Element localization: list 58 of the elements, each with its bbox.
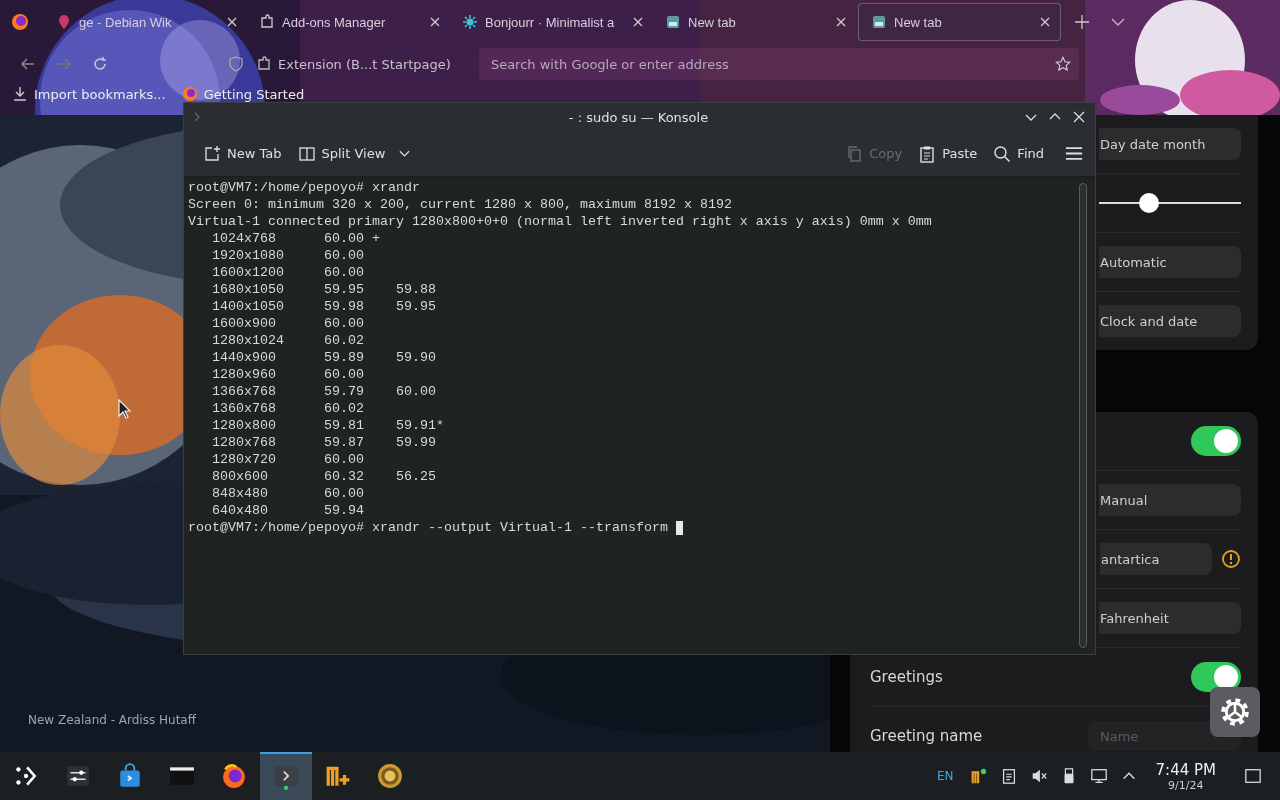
split-view-icon	[297, 144, 316, 163]
terminal-line: 1440x900 59.89 59.90	[211, 349, 437, 366]
lion-coin-icon	[377, 763, 403, 789]
terminal-line: 1360x768 60.02	[211, 400, 365, 417]
terminal-line: 848x480 60.00	[211, 485, 365, 502]
new-tab-icon	[203, 144, 221, 163]
terminal-line: 1280x800 59.81 59.91*	[211, 417, 445, 434]
terminal-line: 1680x1050 59.95 59.88	[211, 281, 437, 298]
toolbar-button[interactable]: Split View	[292, 140, 416, 167]
terminal-line: 800x600 60.32 56.25	[211, 468, 437, 485]
terminal-icon	[273, 764, 299, 790]
dropdown[interactable]: Automatic	[1099, 246, 1241, 278]
terminal-line: Virtual-1 connected primary 1280x800+0+0 (normal left inverted right x axis y axis) 0mm x 0mm	[188, 213, 933, 230]
terminal-line: Screen 0: minimum 320 x 200, current 1280 x 800, maximum 8192 x 8192	[188, 196, 733, 213]
text-cursor	[675, 520, 683, 535]
copy-icon	[845, 144, 864, 163]
terminal-line: 1600x900 60.00	[211, 315, 365, 332]
show-desktop-icon[interactable]	[1244, 767, 1262, 785]
toolbar-button[interactable]: Paste	[913, 140, 983, 167]
scrollbar[interactable]	[1079, 183, 1087, 648]
terminal-line: 640x480 59.94	[211, 502, 365, 519]
caret-icon	[399, 149, 411, 158]
photo-credit[interactable]: New Zealand - Ardiss Hutaff	[28, 713, 196, 727]
sliders-icon	[65, 763, 91, 789]
dropdown[interactable]: Clock and date	[1099, 305, 1241, 337]
terminal-line: 1280x720 60.00	[211, 451, 365, 468]
dropdown[interactable]: Fahrenheit	[1099, 602, 1241, 634]
shopping-bag-icon	[117, 763, 143, 789]
browser-icon	[221, 763, 247, 789]
app-logo-icon[interactable]	[969, 767, 988, 785]
setting-label: Greetings	[870, 668, 943, 686]
terminal-line: 1280x960 60.00	[211, 366, 365, 383]
dropdown[interactable]: Manual	[1099, 484, 1241, 516]
terminal-line: 1280x768 59.87 59.99	[211, 434, 437, 451]
toggle-switch[interactable]	[1191, 662, 1241, 692]
terminal-line: root@VM7:/home/pepoyo# xrandr --output Virtual-1 --transform	[188, 519, 669, 536]
clock-date[interactable]: 9/1/24	[1168, 778, 1204, 792]
setting-label: Greeting name	[870, 727, 983, 745]
toolbar-button[interactable]: New Tab	[198, 140, 287, 167]
search-icon	[993, 144, 1012, 163]
clipboard-icon	[918, 144, 937, 163]
terminal-line: 1280x1024 60.02	[211, 332, 365, 349]
menu-icon[interactable]	[1065, 146, 1083, 161]
keyboard-layout[interactable]: EN	[937, 769, 954, 783]
terminal-line: 1400x1050 59.98 59.95	[211, 298, 437, 315]
settings-button[interactable]	[1210, 687, 1260, 737]
terminal-line: 1600x1200 60.00	[211, 264, 365, 281]
dropdown[interactable]: Day date month	[1099, 128, 1241, 160]
network-icon[interactable]	[1089, 767, 1108, 785]
terminal-line: 1366x768 59.79 60.00	[211, 383, 437, 400]
terminal-line: 1920x1080 60.00	[211, 247, 365, 264]
toggle-switch[interactable]	[1191, 426, 1241, 456]
terminal-line: root@VM7:/home/pepoyo# xrandr	[188, 179, 421, 196]
cursor-icon	[118, 399, 132, 419]
clock-time[interactable]: 7:44 PM	[1155, 760, 1216, 779]
terminal-line: 1024x768 60.00 +	[211, 230, 381, 247]
dropdown[interactable]: antartica	[1100, 543, 1212, 575]
toolbar-button[interactable]: Find	[988, 140, 1049, 167]
